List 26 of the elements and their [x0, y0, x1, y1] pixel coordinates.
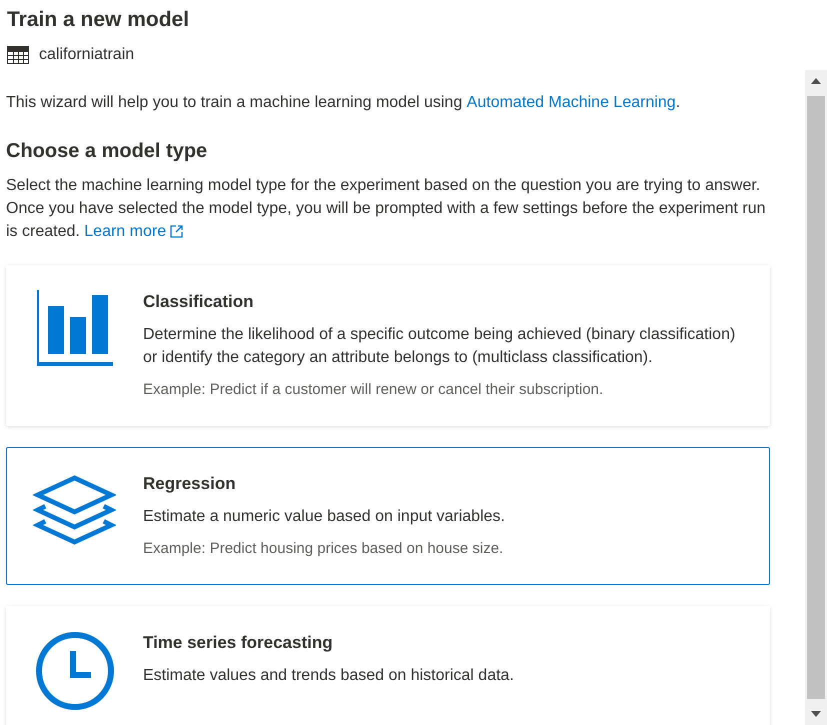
- card-title: Regression: [143, 473, 237, 495]
- card-title: Time series forecasting: [143, 632, 334, 654]
- card-title: Classification: [143, 291, 255, 313]
- card-description: Estimate a numeric value based on input variables.: [143, 507, 506, 527]
- page-title: Train a new model: [7, 7, 190, 33]
- learn-more-link[interactable]: Learn more: [84, 220, 184, 243]
- scrollbar[interactable]: [805, 70, 827, 725]
- card-example: Example: Predict housing prices based on house size.: [143, 539, 504, 559]
- model-type-card[interactable]: Time series forecasting Estimate values and trends based on historical data.: [6, 606, 770, 725]
- intro-text: This wizard will help you to train a machine learning model using Automated Machine Learning.: [6, 92, 770, 114]
- table-icon: [7, 46, 29, 64]
- card-description: Determine the likelihood of a specific outcome being achieved (binary classification) or identify the category an attribute belongs to (multiclass classification).: [143, 325, 736, 368]
- scrollbar-thumb[interactable]: [807, 96, 825, 699]
- card-example: Example: Predict if a customer will renew or cancel their subscription.: [143, 380, 604, 400]
- automl-link[interactable]: Automated Machine Learning: [466, 92, 676, 114]
- model-type-card[interactable]: [6, 265, 770, 426]
- card-description: Estimate values and trends based on historical data.: [143, 666, 515, 686]
- model-type-card[interactable]: Regression Estimate a numeric value based on input variables. Example: Predict housing prices based on house size.: [6, 447, 770, 585]
- section-heading: Choose a model type: [6, 139, 208, 164]
- scroll-down-icon[interactable]: [811, 711, 821, 717]
- dataset-name: californiatrain: [39, 46, 134, 64]
- clock-icon: [34, 631, 114, 711]
- section-description: Select the machine learning model type for the experiment based on the question you are trying to answer. Once you have selected the model type, you will be prompted with a few settings before the experiment run is created. Learn more: [6, 174, 770, 243]
- scroll-up-icon[interactable]: [811, 78, 821, 84]
- bar-chart-icon: [36, 290, 112, 366]
- external-link-icon: [170, 225, 184, 238]
